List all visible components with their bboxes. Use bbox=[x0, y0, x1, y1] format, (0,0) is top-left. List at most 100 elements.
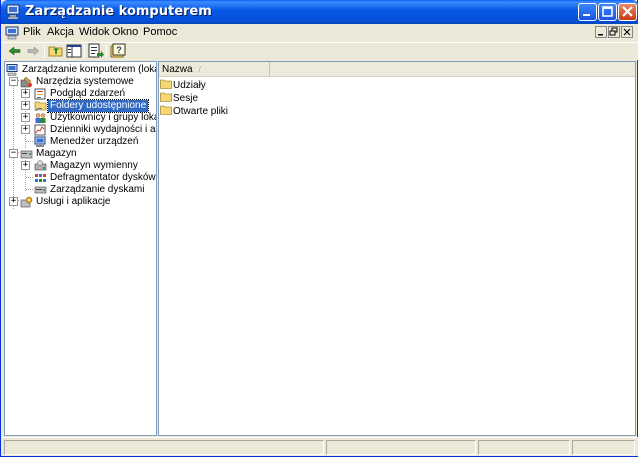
defragmenter-icon bbox=[35, 174, 46, 182]
minimize-icon bbox=[583, 14, 590, 16]
computer-management-icon bbox=[6, 4, 20, 20]
list-item[interactable]: Udziały bbox=[160, 79, 206, 91]
status-cell bbox=[326, 440, 476, 455]
tree-label: Usługi i aplikacje bbox=[36, 196, 111, 207]
tree-item-services-applications[interactable]: + Usługi i aplikacje bbox=[5, 196, 155, 208]
status-cell bbox=[4, 440, 324, 455]
folder-icon bbox=[160, 105, 172, 115]
list-item-label: Otwarte pliki bbox=[173, 106, 229, 117]
close-icon bbox=[622, 6, 633, 17]
show-hide-tree-icon[interactable] bbox=[66, 43, 82, 59]
list-item-label: Udziały bbox=[173, 80, 206, 91]
list-item[interactable]: Sesje bbox=[160, 92, 198, 104]
menu-help[interactable]: Pomoc bbox=[143, 26, 177, 38]
status-cell bbox=[478, 440, 570, 455]
tree-item-shared-folders[interactable]: + Foldery udostępnione bbox=[5, 99, 155, 113]
close-button[interactable] bbox=[618, 3, 637, 21]
users-icon bbox=[35, 113, 46, 123]
expand-toggle[interactable]: + bbox=[21, 101, 30, 110]
collapse-toggle[interactable]: − bbox=[9, 77, 18, 86]
tree-label: Użytkownicy i grupy lokalne bbox=[50, 112, 156, 123]
sort-indicator-icon: / bbox=[198, 65, 201, 74]
list-header: Nazwa / bbox=[159, 62, 635, 77]
computer-management-icon bbox=[6, 64, 18, 76]
expand-toggle[interactable]: + bbox=[9, 197, 18, 206]
collapse-toggle[interactable]: − bbox=[9, 149, 18, 158]
event-viewer-icon bbox=[34, 88, 46, 100]
child-restore-button[interactable] bbox=[608, 26, 620, 38]
tree-label: Magazyn wymienny bbox=[50, 160, 138, 171]
menu-bar: Plik Akcja Widok Okno Pomoc bbox=[2, 24, 638, 42]
tree-item-performance-logs[interactable]: + Dzienniki wydajności i alerty bbox=[5, 124, 156, 136]
tree-label: Podgląd zdarzeń bbox=[50, 88, 126, 99]
up-folder-icon[interactable] bbox=[48, 43, 64, 59]
tree-label: Menedżer urządzeń bbox=[50, 136, 139, 147]
console-tree-pane[interactable]: Zarządzanie komputerem (lokalne) − Narzę… bbox=[4, 61, 157, 436]
tree-label: Foldery udostępnione bbox=[46, 99, 150, 113]
performance-logs-icon bbox=[34, 124, 46, 136]
toolbar-separator bbox=[84, 45, 85, 58]
folder-icon bbox=[160, 92, 172, 102]
toolbar-separator bbox=[44, 45, 45, 58]
tree-item-device-manager[interactable]: Menedżer urządzeń bbox=[5, 136, 155, 148]
system-menu-icon[interactable] bbox=[5, 25, 21, 41]
storage-icon bbox=[20, 150, 33, 159]
details-pane[interactable]: Nazwa / Udziały Sesje Otwarte pliki bbox=[158, 61, 636, 436]
toolbar-separator bbox=[106, 45, 107, 58]
column-header-name[interactable]: Nazwa / bbox=[159, 62, 270, 77]
close-icon bbox=[623, 28, 631, 36]
forward-arrow-icon[interactable] bbox=[25, 43, 41, 59]
expand-toggle[interactable]: + bbox=[21, 125, 30, 134]
menu-file[interactable]: Plik bbox=[23, 26, 41, 38]
tree-label: Zarządzanie dyskami bbox=[50, 184, 145, 195]
tree-label: Magazyn bbox=[36, 148, 77, 159]
minimize-button[interactable] bbox=[578, 3, 597, 21]
back-arrow-icon[interactable] bbox=[7, 43, 23, 59]
maximize-button[interactable] bbox=[598, 3, 617, 21]
tree-item-local-users-groups[interactable]: + Użytkownicy i grupy lokalne bbox=[5, 112, 156, 124]
status-cell bbox=[572, 440, 635, 455]
tree-label: Narzędzia systemowe bbox=[36, 76, 134, 87]
tree-line bbox=[26, 189, 33, 190]
restore-icon bbox=[609, 27, 618, 36]
tree-item-removable-storage[interactable]: + Magazyn wymienny bbox=[5, 160, 155, 172]
folder-icon bbox=[160, 79, 172, 89]
export-list-icon[interactable] bbox=[88, 43, 104, 59]
child-close-button[interactable] bbox=[621, 26, 633, 38]
expand-toggle[interactable]: + bbox=[21, 89, 30, 98]
tree-line bbox=[26, 141, 33, 142]
tree-item-disk-defragmenter[interactable]: Defragmentator dysków bbox=[5, 172, 156, 184]
column-header-label: Nazwa bbox=[162, 64, 193, 75]
title-bar[interactable]: Zarządzanie komputerem bbox=[1, 0, 638, 24]
tree-line bbox=[26, 177, 33, 178]
menu-window[interactable]: Okno bbox=[112, 26, 138, 38]
shared-folder-icon bbox=[34, 101, 47, 112]
removable-storage-icon bbox=[34, 160, 47, 171]
system-tools-icon bbox=[20, 76, 32, 88]
services-applications-icon bbox=[20, 196, 33, 208]
expand-toggle[interactable]: + bbox=[21, 161, 30, 170]
tree-item-system-tools[interactable]: − Narzędzia systemowe bbox=[5, 76, 155, 88]
computer-management-window: Zarządzanie komputerem Plik Akcja Widok … bbox=[0, 0, 638, 457]
tree-item-event-viewer[interactable]: + Podgląd zdarzeń bbox=[5, 88, 155, 100]
menu-view[interactable]: Widok bbox=[79, 26, 110, 38]
help-icon[interactable]: ? bbox=[110, 43, 126, 59]
toolbar: ? bbox=[2, 42, 638, 60]
maximize-icon bbox=[602, 6, 613, 17]
tree-item-disk-management[interactable]: Zarządzanie dyskami bbox=[5, 184, 155, 196]
menu-action[interactable]: Akcja bbox=[47, 26, 74, 38]
list-item-label: Sesje bbox=[173, 93, 199, 104]
tree-label: Zarządzanie komputerem (lokalne) bbox=[22, 64, 156, 75]
tree-label: Dzienniki wydajności i alerty bbox=[50, 124, 156, 135]
tree-label: Defragmentator dysków bbox=[50, 172, 156, 183]
device-manager-icon bbox=[34, 136, 46, 147]
minimize-icon bbox=[598, 34, 603, 36]
window-title: Zarządzanie komputerem bbox=[25, 4, 212, 19]
expand-toggle[interactable]: + bbox=[21, 113, 30, 122]
child-minimize-button[interactable] bbox=[595, 26, 607, 38]
status-bar bbox=[2, 437, 638, 456]
tree-item-storage[interactable]: − Magazyn bbox=[5, 148, 155, 160]
list-item[interactable]: Otwarte pliki bbox=[160, 105, 228, 117]
disk-management-icon bbox=[34, 186, 47, 194]
svg-text:?: ? bbox=[116, 45, 122, 55]
